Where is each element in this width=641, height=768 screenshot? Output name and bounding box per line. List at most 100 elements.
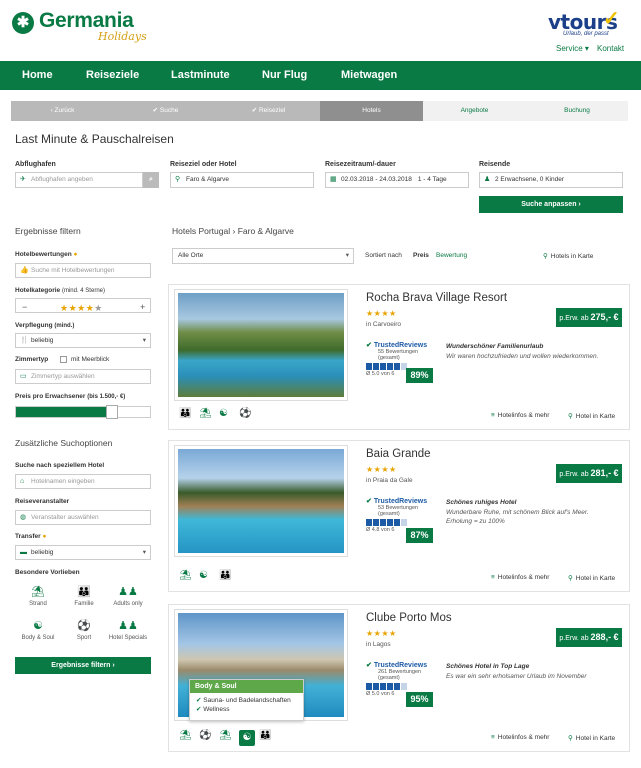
room-label: Zimmertyp (15, 356, 49, 363)
check-shield-icon: ✔ (366, 662, 372, 669)
step-destination[interactable]: ✔ Reiseziel (217, 101, 320, 121)
check-shield-icon: ✔ (366, 498, 372, 505)
hotel-name[interactable]: Rocha Brava Village Resort (366, 292, 507, 304)
hotel-info-link[interactable]: ≡ Hotelinfos & mehr (491, 574, 549, 581)
hotel-search-input[interactable]: ⌂ Hotelnamen eingeben (15, 474, 151, 489)
operator-input[interactable]: ◍ Veranstalter auswählen (15, 510, 151, 525)
hotel-card[interactable]: Clube Porto Mos ★★★★ in Lagos p.Erw. ab … (168, 604, 630, 752)
family-icon[interactable]: 👪 (259, 730, 271, 741)
review-text: Wir waren hochzufrieden und wollen wiede… (446, 353, 599, 360)
departure-input[interactable]: ✈ Abflughafen angeben (15, 172, 143, 188)
price-slider-handle[interactable] (106, 405, 118, 419)
plus-button[interactable]: + (140, 300, 145, 314)
transfer-info-icon[interactable]: ● (42, 533, 46, 540)
price-badge[interactable]: p.Erw. ab 275,- € (556, 308, 622, 327)
check-icon: ✔ (196, 706, 202, 713)
pref-family[interactable]: 👪 Familie (64, 585, 104, 607)
nav-mietwagen[interactable]: Mietwagen (341, 61, 397, 90)
room-input[interactable]: ▭ Zimmertyp auswählen (15, 369, 151, 384)
transfer-select[interactable]: ▬ beliebig ▾ (15, 545, 151, 560)
sport-icon[interactable]: ⚽ (199, 730, 211, 741)
dates-input[interactable]: ▦ 02.03.2018 - 24.03.2018 1 - 4 Tage (325, 172, 469, 188)
nav-reiseziele[interactable]: Reiseziele (86, 61, 139, 90)
beach-icon[interactable]: ⛱ (199, 408, 212, 419)
pref-sport[interactable]: ⚽ Sport (64, 619, 104, 641)
operator-label: Reiseveranstalter (15, 498, 70, 505)
hotel-info-link[interactable]: ≡ Hotelinfos & mehr (491, 412, 549, 419)
hotel-map-link[interactable]: ⚲ Hotel in Karte (568, 734, 615, 742)
sort-rating[interactable]: Bewertung (436, 252, 467, 259)
hotel-name[interactable]: Clube Porto Mos (366, 612, 452, 624)
recommend-percent: 87% (406, 528, 433, 543)
reviews-scope: (gesamt) (378, 675, 400, 681)
tooltip-item: ✔ Sauna- und Badelandschaften (196, 697, 291, 704)
hotel-image[interactable] (174, 445, 348, 557)
sport-icon[interactable]: ⚽ (239, 408, 251, 419)
filters-title: Ergebnisse filtern (15, 226, 81, 236)
beach-icon[interactable]: ⛱ (179, 570, 192, 581)
travelers-input[interactable]: ♟ 2 Erwachsene, 0 Kinder (479, 172, 623, 188)
pref-adults-only[interactable]: ♟♟ Adults only (108, 585, 148, 607)
hotel-card[interactable]: Baia Grande ★★★★ in Praia da Gale p.Erw.… (168, 440, 630, 592)
hotel-location: in Lagos (366, 641, 391, 648)
germania-logo-icon[interactable]: ✱ (12, 12, 34, 34)
location-select[interactable]: Alle Orte ▾ (172, 248, 354, 264)
person-icon: ♟ (484, 176, 491, 183)
hotel-name[interactable]: Baia Grande (366, 448, 431, 460)
hotel-map-link[interactable]: ⚲ Hotel in Karte (568, 574, 615, 582)
hotel-stars: ★★★★ (366, 465, 397, 474)
nav-nur-flug[interactable]: Nur Flug (262, 61, 307, 90)
nav-lastminute[interactable]: Lastminute (171, 61, 230, 90)
info-icon[interactable]: ● (74, 251, 78, 258)
family-icon[interactable]: 👪 (179, 408, 191, 419)
family-icon[interactable]: 👪 (219, 570, 231, 581)
adjust-search-button[interactable]: Suche anpassen › (479, 196, 623, 213)
pref-hotel-specials[interactable]: ♟♟ Hotel Specials (104, 619, 152, 641)
transfer-chevron-down-icon: ▾ (142, 549, 146, 556)
ratings-input[interactable]: 👍 Suche mit Hotelbewertungen (15, 263, 151, 278)
hotel-image[interactable] (174, 289, 348, 401)
contact-link[interactable]: Kontakt (597, 44, 624, 53)
hotel-photo (178, 449, 344, 553)
hotel-card[interactable]: Rocha Brava Village Resort ★★★★ in Carvo… (168, 284, 630, 430)
body-soul-icon[interactable]: ☯ (199, 570, 208, 581)
destination-input[interactable]: ⚲ Faro & Algarve (170, 172, 314, 188)
map-pin-icon: ⚲ (568, 735, 573, 742)
hotel-map-link[interactable]: ⚲ Hotel in Karte (568, 412, 615, 420)
board-select[interactable]: 🍴 beliebig ▾ (15, 333, 151, 348)
step-booking: Buchung (526, 101, 628, 121)
hotel-stars: ★★★★ (366, 309, 397, 318)
ratings-label: Hotelbewertungen ● (15, 251, 78, 258)
list-icon: ≡ (491, 412, 495, 419)
hotels-map-link[interactable]: ⚲ Hotels in Karte (543, 252, 593, 260)
bed-icon: ▭ (20, 373, 27, 380)
body-soul-icon[interactable]: ☯ (219, 408, 228, 419)
location-pin-icon: ⚲ (175, 176, 181, 183)
beach-icon[interactable]: ⛱ (179, 730, 192, 741)
beach-icon[interactable]: ⛱ (219, 730, 232, 741)
service-menu[interactable]: Service ▾ (556, 44, 589, 53)
body-soul-icon[interactable]: ☯ (239, 730, 255, 746)
hotel-info-link[interactable]: ≡ Hotelinfos & mehr (491, 734, 549, 741)
recommend-percent: 89% (406, 368, 433, 383)
sort-price[interactable]: Preis (413, 252, 429, 259)
search-icon[interactable]: ⌕ (143, 172, 159, 188)
page-title: Last Minute & Pauschalreisen (15, 132, 174, 146)
nav-home[interactable]: Home (22, 61, 53, 90)
step-back[interactable]: ‹ Zurück (11, 101, 114, 121)
step-search[interactable]: ✔ Suche (114, 101, 217, 121)
sea-view-checkbox[interactable] (60, 356, 67, 363)
pref-body-soul[interactable]: ☯ Body & Soul (18, 619, 58, 641)
chevron-down-icon: ▾ (142, 337, 146, 344)
category-stars: ★★★★★ (60, 303, 103, 313)
apply-filters-button[interactable]: Ergebnisse filtern › (15, 657, 151, 674)
price-slider[interactable] (15, 405, 151, 419)
results-breadcrumb: Hotels Portugal › Faro & Algarve (172, 226, 294, 236)
pref-beach[interactable]: ⛱ Strand (18, 585, 58, 607)
price-badge[interactable]: p.Erw. ab 281,- € (556, 464, 622, 483)
hotel-location: in Carvoeiro (366, 321, 402, 328)
minus-button[interactable]: − (22, 300, 27, 314)
hotel-location: in Praia da Gale (366, 477, 413, 484)
price-badge[interactable]: p.Erw. ab 288,- € (556, 628, 622, 647)
board-label: Verpflegung (mind.) (15, 322, 75, 329)
